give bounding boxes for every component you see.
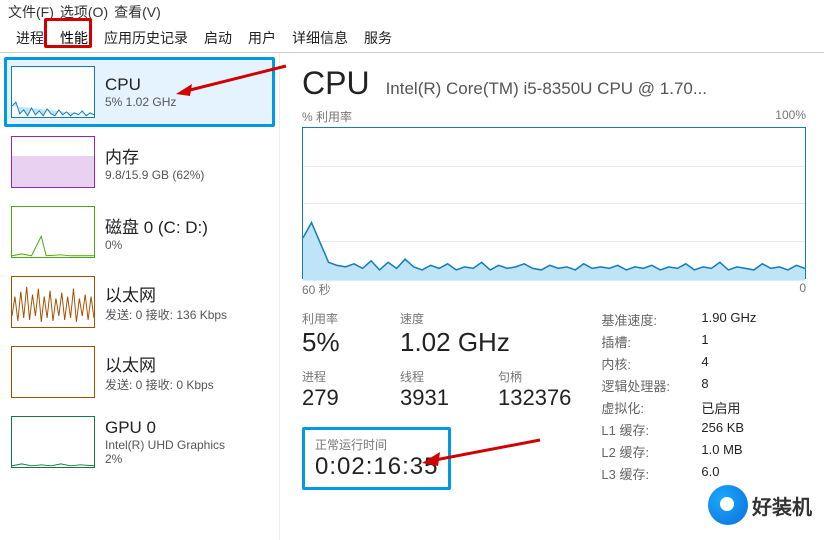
mem-sub: 9.8/15.9 GB (62%) [105, 168, 204, 182]
cpu-mini-graph [11, 66, 95, 118]
menu-file[interactable]: 文件(F) [8, 2, 54, 22]
logical-label: 逻辑处理器: [601, 376, 701, 395]
disk-mini-graph [11, 206, 95, 258]
cpu-title: CPU [105, 75, 176, 95]
tab-users[interactable]: 用户 [240, 24, 284, 52]
mem-title: 内存 [105, 143, 204, 168]
util-value: 5% [302, 327, 372, 358]
mem-mini-graph [11, 136, 95, 188]
tab-processes[interactable]: 进程 [8, 24, 52, 52]
sockets-label: 插槽: [601, 332, 701, 351]
sidebar-item-memory[interactable]: 内存 9.8/15.9 GB (62%) [4, 127, 275, 197]
uptime-label: 正常运行时间 [315, 436, 438, 453]
gpu-title: GPU 0 [105, 418, 225, 438]
cores-label: 内核: [601, 354, 701, 373]
l3-val: 6.0 [701, 464, 719, 483]
chart-top-right: 100% [775, 108, 806, 125]
uptime-value: 0:02:16:35 [315, 453, 438, 481]
watermark-icon [708, 485, 748, 525]
tab-services[interactable]: 服务 [356, 24, 400, 52]
base-label: 基准速度: [601, 310, 701, 329]
virt-label: 虚拟化: [601, 398, 701, 417]
sidebar-item-disk[interactable]: 磁盘 0 (C: D:) 0% [4, 197, 275, 267]
speed-label: 速度 [400, 310, 510, 327]
thread-value: 3931 [400, 385, 470, 411]
eth2-sub: 发送: 0 接收: 0 Kbps [105, 376, 214, 393]
disk-sub: 0% [105, 238, 208, 252]
eth2-title: 以太网 [105, 351, 214, 376]
watermark-text: 好装机 [752, 491, 812, 520]
sidebar-item-ethernet-1[interactable]: 以太网 发送: 0 接收: 136 Kbps [4, 267, 275, 337]
sidebar: CPU 5% 1.02 GHz 内存 9.8/15.9 GB (62%) 磁盘 … [0, 53, 280, 540]
eth1-mini-graph [11, 276, 95, 328]
eth1-title: 以太网 [105, 281, 227, 306]
uptime-box: 正常运行时间 0:02:16:35 [302, 427, 451, 490]
util-label: 利用率 [302, 310, 372, 327]
l2-label: L2 缓存: [601, 442, 701, 461]
handle-value: 132376 [498, 385, 571, 411]
handle-label: 句柄 [498, 368, 571, 385]
l1-label: L1 缓存: [601, 420, 701, 439]
l2-val: 1.0 MB [701, 442, 742, 461]
proc-value: 279 [302, 385, 372, 411]
tab-startup[interactable]: 启动 [196, 24, 240, 52]
detail-pane: CPU Intel(R) Core(TM) i5-8350U CPU @ 1.7… [280, 53, 824, 540]
proc-label: 进程 [302, 368, 372, 385]
sockets-val: 1 [701, 332, 708, 351]
cpu-sub: 5% 1.02 GHz [105, 95, 176, 109]
watermark: 好装机 [708, 485, 812, 525]
tab-details[interactable]: 详细信息 [284, 24, 356, 52]
speed-value: 1.02 GHz [400, 327, 510, 358]
virt-val: 已启用 [701, 398, 740, 417]
menubar: 文件(F) 选项(O) 查看(V) [0, 0, 824, 24]
tab-app-history[interactable]: 应用历史记录 [96, 24, 196, 52]
base-val: 1.90 GHz [701, 310, 756, 329]
eth2-mini-graph [11, 346, 95, 398]
chart-bottom-left: 60 秒 [302, 281, 331, 298]
thread-label: 线程 [400, 368, 470, 385]
cpu-chart [302, 127, 806, 279]
menu-options[interactable]: 选项(O) [60, 2, 108, 22]
cores-val: 4 [701, 354, 708, 373]
chart-top-left: % 利用率 [302, 108, 352, 125]
gpu-sub1: Intel(R) UHD Graphics [105, 438, 225, 452]
gpu-mini-graph [11, 416, 95, 468]
sidebar-item-gpu[interactable]: GPU 0 Intel(R) UHD Graphics 2% [4, 407, 275, 477]
sidebar-item-ethernet-2[interactable]: 以太网 发送: 0 接收: 0 Kbps [4, 337, 275, 407]
l1-val: 256 KB [701, 420, 744, 439]
gpu-sub2: 2% [105, 452, 225, 466]
disk-title: 磁盘 0 (C: D:) [105, 213, 208, 238]
tab-performance[interactable]: 性能 [52, 24, 96, 52]
logical-val: 8 [701, 376, 708, 395]
tab-bar: 进程 性能 应用历史记录 启动 用户 详细信息 服务 [0, 24, 824, 53]
menu-view[interactable]: 查看(V) [114, 2, 161, 22]
detail-title: CPU [302, 65, 370, 102]
sidebar-item-cpu[interactable]: CPU 5% 1.02 GHz [4, 57, 275, 127]
l3-label: L3 缓存: [601, 464, 701, 483]
chart-bottom-right: 0 [799, 281, 806, 298]
eth1-sub: 发送: 0 接收: 136 Kbps [105, 306, 227, 323]
detail-model: Intel(R) Core(TM) i5-8350U CPU @ 1.70... [386, 79, 707, 99]
